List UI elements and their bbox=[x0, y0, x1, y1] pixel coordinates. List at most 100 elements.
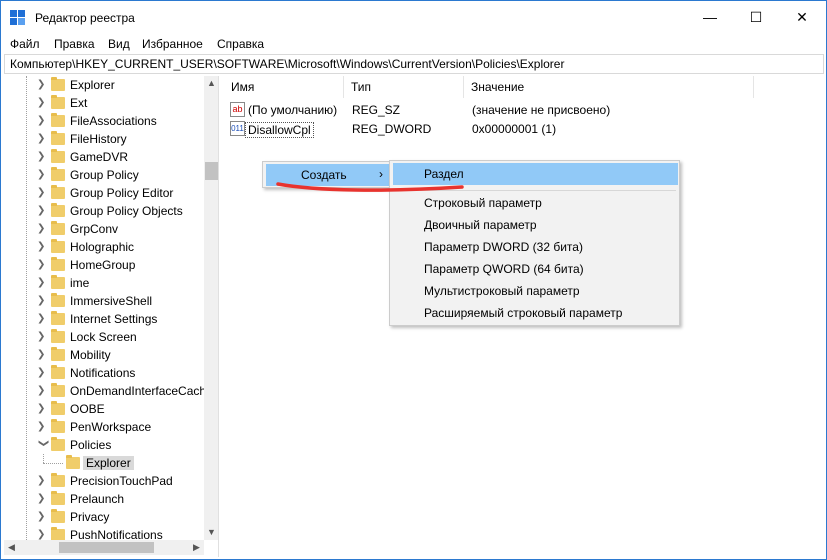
tree-item[interactable]: ❯ Group Policy bbox=[4, 166, 204, 184]
tree-item-label: FileAssociations bbox=[70, 114, 157, 128]
chevron-right-icon[interactable]: ❯ bbox=[37, 168, 49, 182]
tree-item-label: Group Policy Objects bbox=[70, 204, 183, 218]
tree-item-label: OOBE bbox=[70, 402, 105, 416]
submenu-item-qword-value[interactable]: Параметр QWORD (64 бита) bbox=[393, 258, 678, 280]
folder-icon bbox=[51, 329, 65, 343]
tree-item-label: HomeGroup bbox=[70, 258, 136, 272]
folder-icon bbox=[51, 113, 65, 127]
folder-icon bbox=[51, 239, 65, 253]
tree-item[interactable]: ❯ Notifications bbox=[4, 364, 204, 382]
column-header-value[interactable]: Значение bbox=[464, 76, 754, 98]
submenu-item-multistring-value[interactable]: Мультистроковый параметр bbox=[393, 280, 678, 302]
chevron-right-icon[interactable]: ❯ bbox=[37, 258, 49, 272]
scroll-thumb[interactable] bbox=[59, 542, 154, 553]
value-name: (По умолчанию) bbox=[248, 103, 338, 117]
red-underline-annotation bbox=[276, 182, 464, 192]
tree-vertical-scrollbar[interactable]: ▲ ▼ bbox=[204, 76, 218, 540]
tree-item[interactable]: ❯ FileAssociations bbox=[4, 112, 204, 130]
tree-item-expanded[interactable]: ❯ Policies bbox=[4, 436, 204, 454]
tree-item[interactable]: ❯ Lock Screen bbox=[4, 328, 204, 346]
chevron-right-icon[interactable]: ❯ bbox=[37, 384, 49, 398]
address-bar[interactable]: Компьютер\HKEY_CURRENT_USER\SOFTWARE\Mic… bbox=[4, 54, 824, 74]
tree-item[interactable]: ❯ OOBE bbox=[4, 400, 204, 418]
menu-view[interactable]: Вид bbox=[108, 37, 130, 51]
menu-edit[interactable]: Правка bbox=[54, 37, 95, 51]
chevron-right-icon[interactable]: ❯ bbox=[37, 330, 49, 344]
chevron-right-icon[interactable]: ❯ bbox=[37, 132, 49, 146]
chevron-right-icon[interactable]: ❯ bbox=[37, 402, 49, 416]
window-title: Редактор реестра bbox=[35, 11, 135, 25]
chevron-right-icon[interactable]: ❯ bbox=[37, 348, 49, 362]
value-row[interactable]: 011 DisallowCpl REG_DWORD 0x00000001 (1) bbox=[224, 120, 824, 138]
tree-item[interactable]: ❯ GameDVR bbox=[4, 148, 204, 166]
tree-item[interactable]: ❯ Group Policy Editor bbox=[4, 184, 204, 202]
tree-item[interactable]: ❯ OnDemandInterfaceCach bbox=[4, 382, 206, 400]
tree-item[interactable]: ❯ Explorer bbox=[4, 76, 204, 94]
close-button[interactable]: ✕ bbox=[779, 1, 825, 33]
chevron-right-icon[interactable]: ❯ bbox=[37, 276, 49, 290]
folder-icon bbox=[51, 131, 65, 145]
maximize-button[interactable]: ☐ bbox=[733, 1, 779, 33]
tree-item[interactable]: ❯ FileHistory bbox=[4, 130, 204, 148]
tree-item[interactable]: ❯ PrecisionTouchPad bbox=[4, 472, 204, 490]
scroll-left-icon[interactable]: ◀ bbox=[4, 540, 19, 555]
tree-item-label: FileHistory bbox=[70, 132, 127, 146]
minimize-button[interactable]: — bbox=[687, 1, 733, 33]
tree-item[interactable]: ❯ ime bbox=[4, 274, 204, 292]
folder-icon bbox=[51, 293, 65, 307]
tree-item[interactable]: ❯ Internet Settings bbox=[4, 310, 204, 328]
chevron-right-icon[interactable]: ❯ bbox=[37, 150, 49, 164]
chevron-right-icon[interactable]: ❯ bbox=[37, 492, 49, 506]
tree-item-label: PenWorkspace bbox=[70, 420, 152, 434]
chevron-right-icon[interactable]: ❯ bbox=[37, 510, 49, 524]
value-row[interactable]: ab (По умолчанию) REG_SZ (значение не пр… bbox=[224, 101, 824, 119]
tree-item[interactable]: ❯ Holographic bbox=[4, 238, 204, 256]
value-data: 0x00000001 (1) bbox=[472, 122, 557, 136]
chevron-right-icon[interactable]: ❯ bbox=[37, 420, 49, 434]
chevron-right-icon[interactable]: ❯ bbox=[37, 186, 49, 200]
menu-help[interactable]: Справка bbox=[217, 37, 264, 51]
binary-value-icon: 011 bbox=[230, 121, 245, 136]
chevron-right-icon[interactable]: ❯ bbox=[37, 240, 49, 254]
tree-item[interactable]: ❯ ImmersiveShell bbox=[4, 292, 204, 310]
tree-item-selected[interactable]: Explorer bbox=[4, 454, 204, 472]
submenu-item-binary-value[interactable]: Двоичный параметр bbox=[393, 214, 678, 236]
chevron-down-icon[interactable]: ❯ bbox=[36, 439, 50, 451]
chevron-right-icon[interactable]: ❯ bbox=[37, 312, 49, 326]
submenu-item-dword-value[interactable]: Параметр DWORD (32 бита) bbox=[393, 236, 678, 258]
folder-icon bbox=[51, 491, 65, 505]
chevron-right-icon[interactable]: ❯ bbox=[37, 474, 49, 488]
tree-item[interactable]: ❯ PenWorkspace bbox=[4, 418, 204, 436]
chevron-right-icon[interactable]: ❯ bbox=[37, 204, 49, 218]
menu-file[interactable]: Файл bbox=[10, 37, 40, 51]
menu-favorites[interactable]: Избранное bbox=[142, 37, 203, 51]
tree-item[interactable]: ❯ Group Policy Objects bbox=[4, 202, 204, 220]
folder-icon bbox=[51, 77, 65, 91]
tree-item[interactable]: ❯ Prelaunch bbox=[4, 490, 204, 508]
column-header-name[interactable]: Имя bbox=[224, 76, 344, 98]
tree-item[interactable]: ❯ Ext bbox=[4, 94, 204, 112]
submenu-item-label: Параметр QWORD (64 бита) bbox=[424, 262, 584, 276]
chevron-right-icon[interactable]: ❯ bbox=[37, 222, 49, 236]
tree-item[interactable]: ❯ Privacy bbox=[4, 508, 204, 526]
submenu-item-expandable-string-value[interactable]: Расширяемый строковый параметр bbox=[393, 302, 678, 324]
scroll-right-icon[interactable]: ▶ bbox=[189, 540, 204, 555]
chevron-right-icon[interactable]: ❯ bbox=[37, 366, 49, 380]
submenu-item-label: Мультистроковый параметр bbox=[424, 284, 580, 298]
tree-item[interactable]: ❯ HomeGroup bbox=[4, 256, 204, 274]
scroll-down-icon[interactable]: ▼ bbox=[204, 525, 218, 540]
tree-item-label: Ext bbox=[70, 96, 88, 110]
tree-item[interactable]: ❯ GrpConv bbox=[4, 220, 204, 238]
scroll-up-icon[interactable]: ▲ bbox=[204, 76, 218, 91]
chevron-right-icon[interactable]: ❯ bbox=[37, 294, 49, 308]
tree-item-label: PrecisionTouchPad bbox=[70, 474, 173, 488]
column-header-type[interactable]: Тип bbox=[344, 76, 464, 98]
chevron-right-icon[interactable]: ❯ bbox=[37, 96, 49, 110]
tree-item-label: Holographic bbox=[70, 240, 135, 254]
scroll-thumb[interactable] bbox=[205, 162, 218, 180]
chevron-right-icon[interactable]: ❯ bbox=[37, 114, 49, 128]
tree-item-label: Prelaunch bbox=[70, 492, 125, 506]
tree-item[interactable]: ❯ Mobility bbox=[4, 346, 204, 364]
chevron-right-icon[interactable]: ❯ bbox=[37, 78, 49, 92]
tree-horizontal-scrollbar[interactable]: ◀ ▶ bbox=[4, 540, 204, 555]
